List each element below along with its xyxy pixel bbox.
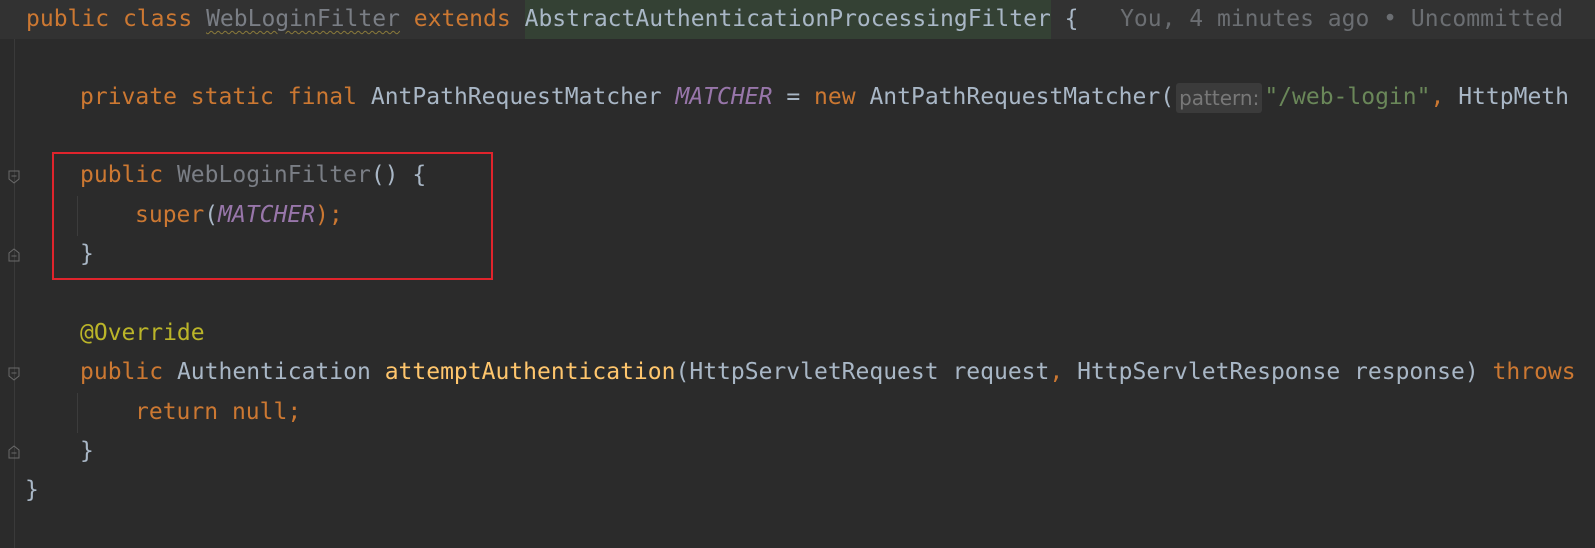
code-line-return[interactable]: return null; (0, 393, 301, 432)
code-line-class-close[interactable]: } (0, 471, 39, 510)
code-editor[interactable]: public class WebLoginFilter extends Abst… (0, 0, 1595, 548)
code-line-method-signature[interactable]: public Authentication attemptAuthenticat… (0, 353, 1576, 392)
code-line-annotation[interactable]: @Override (0, 314, 205, 353)
parameter-request: HttpServletRequest request (689, 359, 1050, 385)
override-annotation: @Override (80, 320, 205, 346)
class-name[interactable]: WebLoginFilter (206, 0, 400, 39)
static-field-name[interactable]: MATCHER (676, 78, 773, 117)
code-line-method-close[interactable]: } (0, 432, 94, 471)
git-blame-annotation[interactable]: You, 4 minutes ago • Uncommitted (1120, 0, 1563, 39)
open-brace: { (1064, 6, 1079, 32)
return-type: Authentication (176, 359, 371, 385)
assign-operator: = (786, 84, 801, 110)
truncated-argument: HttpMeth (1458, 84, 1569, 110)
type-name: AntPathRequestMatcher (370, 84, 662, 110)
keyword-public: public (80, 359, 164, 385)
code-line-matcher-field[interactable]: private static final AntPathRequestMatch… (0, 78, 1569, 117)
method-name[interactable]: attemptAuthentication (385, 353, 676, 392)
close-brace: } (25, 477, 39, 503)
string-literal: "/web-login" (1264, 84, 1431, 110)
keyword-extends: extends (413, 6, 511, 32)
constructor-call: AntPathRequestMatcher( (869, 84, 1175, 110)
keyword-null: null (231, 399, 288, 425)
semicolon: ; (287, 399, 302, 425)
close-brace: } (80, 438, 94, 464)
parameter-response: HttpServletResponse response) (1077, 359, 1479, 385)
keyword-final: final (287, 84, 357, 110)
open-paren: ( (675, 359, 690, 385)
keyword-static: static (190, 84, 274, 110)
keyword-class: class (122, 6, 193, 32)
keyword-public: public (26, 6, 110, 32)
keyword-return: return (135, 399, 219, 425)
comma: , (1049, 359, 1064, 385)
highlight-box (52, 152, 493, 280)
keyword-private: private (80, 84, 177, 110)
code-line-class-declaration[interactable]: public class WebLoginFilter extends Abst… (0, 0, 1595, 39)
keyword-new: new (814, 84, 856, 110)
parameter-hint: pattern: (1176, 82, 1263, 113)
keyword-throws: throws (1492, 359, 1576, 385)
comma: , (1430, 84, 1445, 110)
super-class-reference[interactable]: AbstractAuthenticationProcessingFilter (524, 0, 1051, 39)
